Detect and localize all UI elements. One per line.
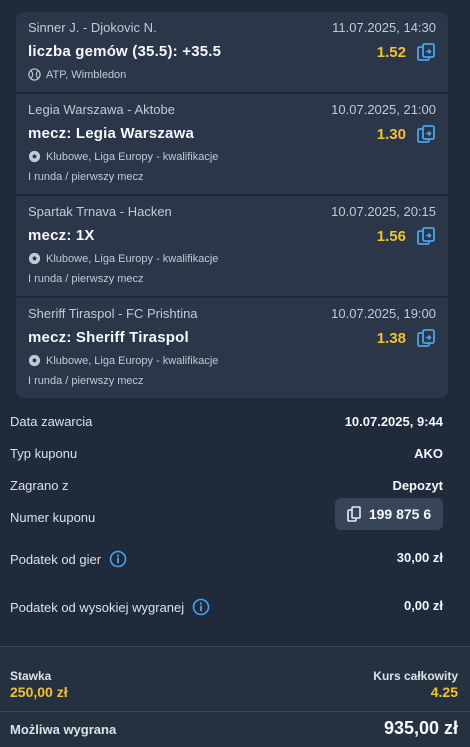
type-value: AKO — [414, 446, 443, 461]
bet-date: 11.07.2025, 14:30 — [332, 20, 436, 35]
bet-league: ATP, Wimbledon — [28, 68, 126, 81]
bet-date: 10.07.2025, 21:00 — [331, 102, 436, 117]
high-tax-label: Podatek od wysokiej wygranej — [10, 599, 185, 615]
bet-pick: liczba gemów (35.5): +35.5 — [28, 43, 222, 60]
tax-value: 30,00 zł — [396, 550, 443, 565]
share-icon[interactable] — [416, 42, 436, 62]
number-label: Numer kuponu — [10, 510, 96, 525]
date-value: 10.07.2025, 9:44 — [344, 414, 443, 429]
info-icon[interactable] — [109, 550, 127, 568]
bet-item[interactable]: Spartak Trnava - Hacken 10.07.2025, 20:1… — [16, 196, 448, 298]
share-icon[interactable] — [416, 226, 436, 246]
bet-list: Sinner J. - Djokovic N. 11.07.2025, 14:3… — [16, 12, 448, 398]
high-tax-value: 0,00 zł — [403, 598, 443, 613]
league-text: Klubowe, Liga Europy - kwalifikacje — [46, 150, 219, 163]
tax-label-group: Podatek od gier — [10, 550, 127, 568]
bet-pick: mecz: 1X — [28, 227, 95, 244]
summary-footer: Stawka 250,00 zł Kurs całkowity 4.25 Moż… — [0, 646, 470, 747]
total-odds-label: Kurs całkowity — [373, 669, 458, 683]
copy-icon — [347, 506, 361, 522]
league-text: Klubowe, Liga Europy - kwalifikacje — [46, 354, 219, 367]
soccer-ball-icon — [28, 354, 41, 367]
bet-pick: mecz: Legia Warszawa — [28, 125, 195, 142]
bet-round: I runda / pierwszy mecz — [28, 171, 144, 183]
tax-label: Podatek od gier — [10, 551, 102, 567]
possible-win-label: Możliwa wygrana — [10, 722, 117, 737]
date-label: Data zawarcia — [10, 414, 93, 429]
bet-league: Klubowe, Liga Europy - kwalifikacje — [28, 150, 218, 163]
tennis-ball-icon — [28, 68, 41, 81]
bet-date: 10.07.2025, 19:00 — [331, 306, 436, 321]
bet-odd: 1.30 — [376, 126, 406, 143]
share-icon[interactable] — [416, 124, 436, 144]
bet-item[interactable]: Sheriff Tiraspol - FC Prishtina 10.07.20… — [16, 298, 448, 398]
league-text: Klubowe, Liga Europy - kwalifikacje — [46, 252, 219, 265]
stake-value: 250,00 zł — [10, 684, 68, 700]
coupon-number: 199 875 6 — [368, 506, 432, 522]
bet-match: Legia Warszawa - Aktobe — [28, 102, 175, 117]
soccer-ball-icon — [28, 252, 41, 265]
bet-odd: 1.52 — [376, 44, 406, 61]
league-text: ATP, Wimbledon — [46, 68, 127, 81]
divider — [0, 711, 470, 712]
possible-win-value: 935,00 zł — [383, 718, 458, 738]
bet-round: I runda / pierwszy mecz — [28, 375, 144, 387]
copy-coupon-button[interactable]: 199 875 6 — [335, 498, 443, 530]
bet-match: Sheriff Tiraspol - FC Prishtina — [28, 306, 198, 321]
bet-item[interactable]: Legia Warszawa - Aktobe 10.07.2025, 21:0… — [16, 94, 448, 196]
share-icon[interactable] — [416, 328, 436, 348]
played-label: Zagrano z — [10, 478, 69, 493]
bet-league: Klubowe, Liga Europy - kwalifikacje — [28, 252, 218, 265]
bet-date: 10.07.2025, 20:15 — [331, 204, 436, 219]
high-tax-label-group: Podatek od wysokiej wygranej — [10, 598, 210, 616]
soccer-ball-icon — [28, 150, 41, 163]
bet-round: I runda / pierwszy mecz — [28, 273, 144, 285]
bet-pick: mecz: Sheriff Tiraspol — [28, 329, 189, 346]
stake-label: Stawka — [10, 669, 52, 683]
info-icon[interactable] — [192, 598, 210, 616]
type-label: Typ kuponu — [10, 446, 78, 461]
bet-match: Sinner J. - Djokovic N. — [28, 20, 157, 35]
bet-odd: 1.38 — [376, 330, 406, 347]
played-value: Depozyt — [392, 478, 443, 493]
bet-item[interactable]: Sinner J. - Djokovic N. 11.07.2025, 14:3… — [16, 12, 448, 94]
bet-match: Spartak Trnava - Hacken — [28, 204, 172, 219]
bet-league: Klubowe, Liga Europy - kwalifikacje — [28, 354, 218, 367]
bet-odd: 1.56 — [376, 228, 406, 245]
total-odds-value: 4.25 — [430, 684, 458, 700]
